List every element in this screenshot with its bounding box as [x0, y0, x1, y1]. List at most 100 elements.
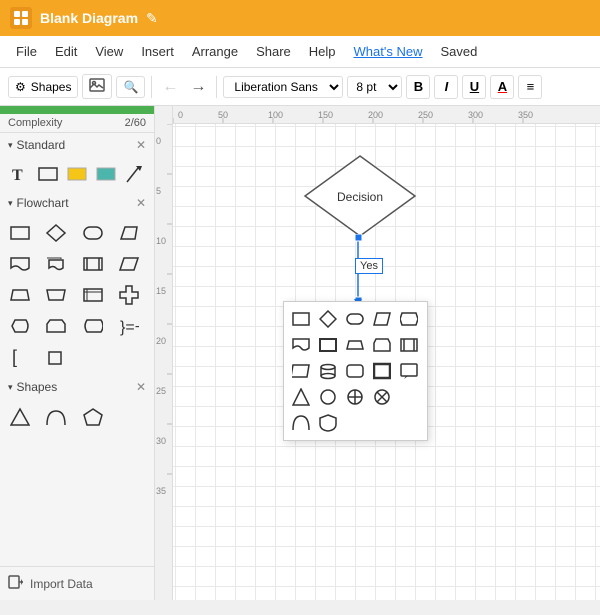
fc-multidoc[interactable]	[42, 250, 70, 278]
fc-bracket[interactable]: [	[6, 343, 34, 371]
pp-circle[interactable]	[316, 385, 340, 409]
flowchart-section-header[interactable]: ▾ Flowchart ✕	[0, 191, 154, 215]
fc-blank[interactable]	[42, 343, 70, 371]
pp-circle-x[interactable]	[370, 385, 394, 409]
shapes-section-header[interactable]: ▾ Shapes ✕	[0, 375, 154, 399]
fc-io[interactable]	[115, 219, 143, 247]
pp-arch2[interactable]	[289, 411, 313, 435]
edit-title-icon[interactable]: ✎	[146, 10, 158, 27]
fc-data[interactable]	[115, 250, 143, 278]
bold-button[interactable]: B	[406, 75, 430, 99]
menu-share[interactable]: Share	[248, 40, 299, 63]
ruler-horizontal: 0 50 100 150 200 250 300 350	[155, 106, 600, 124]
import-data-button[interactable]: Import Data	[0, 566, 154, 600]
arrow-shape[interactable]	[122, 161, 148, 187]
pp-rectangle[interactable]	[289, 307, 313, 331]
fc-trapezoid[interactable]	[6, 281, 34, 309]
pp-parallelogram-r[interactable]	[370, 307, 394, 331]
italic-button[interactable]: I	[434, 75, 458, 99]
fc-process[interactable]	[6, 219, 34, 247]
filled-rectangle-shape[interactable]	[64, 161, 90, 187]
menu-insert[interactable]: Insert	[133, 40, 182, 63]
pp-triangle[interactable]	[289, 385, 313, 409]
flowchart-shape-picker	[283, 301, 428, 441]
s-triangle[interactable]	[6, 403, 34, 431]
pp-diamond[interactable]	[316, 307, 340, 331]
svg-text:25: 25	[156, 386, 166, 396]
pp-cylinder[interactable]	[316, 359, 340, 383]
shapes-panel-button[interactable]: ⚙ Shapes	[8, 76, 78, 98]
underline-label: U	[470, 79, 479, 94]
fc-display[interactable]	[6, 312, 34, 340]
chevron-down-icon: ▾	[8, 140, 13, 151]
fc-doc[interactable]	[6, 250, 34, 278]
font-color-button[interactable]: A	[490, 75, 514, 99]
canvas[interactable]: 0 50 100 150 200 250 300 350	[155, 106, 600, 600]
standard-section-header[interactable]: ▾ Standard ✕	[0, 133, 154, 157]
fc-cross[interactable]	[115, 281, 143, 309]
menu-saved[interactable]: Saved	[432, 40, 485, 63]
s-pentagon[interactable]	[79, 403, 107, 431]
teal-rectangle-shape[interactable]	[93, 161, 119, 187]
app-icon	[10, 7, 32, 29]
pp-process2[interactable]	[316, 333, 340, 357]
fc-rounded[interactable]	[79, 219, 107, 247]
menu-whatsnew[interactable]: What's New	[346, 40, 431, 63]
menu-edit[interactable]: Edit	[47, 40, 85, 63]
flowchart-close-button[interactable]: ✕	[136, 196, 146, 210]
menu-arrange[interactable]: Arrange	[184, 40, 246, 63]
decision-shape[interactable]: Decision	[300, 151, 420, 241]
pp-doc2[interactable]	[289, 333, 313, 357]
pp-data[interactable]	[397, 307, 421, 331]
shapes-close-button[interactable]: ✕	[136, 380, 146, 394]
fc-brace[interactable]: }=−{	[115, 312, 143, 340]
svg-text:0: 0	[156, 136, 161, 146]
underline-button[interactable]: U	[462, 75, 486, 99]
undo-button[interactable]: ←	[158, 75, 182, 99]
text-shape[interactable]: T	[6, 161, 32, 187]
import-data-label: Import Data	[30, 577, 93, 591]
s-arch[interactable]	[42, 403, 70, 431]
pp-para-left[interactable]	[289, 359, 313, 383]
svg-text:200: 200	[368, 110, 383, 120]
standard-close-button[interactable]: ✕	[136, 138, 146, 152]
complexity-row: Complexity 2/60	[0, 114, 154, 133]
main-area: Complexity 2/60 ▾ Standard ✕ T	[0, 106, 600, 600]
shapes-chevron-icon: ▾	[8, 382, 13, 393]
search-icon: 🔍	[123, 80, 138, 94]
fc-internal-storage[interactable]	[79, 281, 107, 309]
fc-decision[interactable]	[42, 219, 70, 247]
align-button[interactable]: ≡	[518, 75, 542, 99]
menu-file[interactable]: File	[8, 40, 45, 63]
pp-trapeziod2[interactable]	[343, 333, 367, 357]
pp-film[interactable]	[397, 333, 421, 357]
align-icon: ≡	[527, 79, 535, 94]
pp-stadium[interactable]	[343, 307, 367, 331]
svg-text:0: 0	[178, 110, 183, 120]
pp-circle-cross[interactable]	[343, 385, 367, 409]
pp-callout[interactable]	[397, 359, 421, 383]
redo-button[interactable]: →	[186, 75, 210, 99]
gear-icon: ⚙	[15, 80, 26, 94]
search-button[interactable]: 🔍	[116, 76, 145, 98]
svg-text:30: 30	[156, 436, 166, 446]
fc-stored-data[interactable]	[79, 312, 107, 340]
pp-thick-rect[interactable]	[370, 359, 394, 383]
menu-view[interactable]: View	[87, 40, 131, 63]
pp-shield[interactable]	[316, 411, 340, 435]
toolbar: ⚙ Shapes 🔍 ← → Liberation Sans 8 pt 10 p…	[0, 68, 600, 106]
pp-loop2[interactable]	[370, 333, 394, 357]
rectangle-shape[interactable]	[35, 161, 61, 187]
svg-text:300: 300	[468, 110, 483, 120]
font-size-select[interactable]: 8 pt 10 pt 12 pt	[347, 76, 402, 98]
undo-icon: ←	[162, 78, 178, 96]
pp-rounded-rect[interactable]	[343, 359, 367, 383]
fc-loop-limit[interactable]	[42, 312, 70, 340]
fc-predefined[interactable]	[79, 250, 107, 278]
fc-trapezoid-inv[interactable]	[42, 281, 70, 309]
complexity-label: Complexity	[8, 117, 62, 129]
svg-text:[: [	[12, 347, 17, 367]
image-insert-button[interactable]	[82, 74, 112, 99]
menu-help[interactable]: Help	[301, 40, 344, 63]
font-family-select[interactable]: Liberation Sans	[223, 76, 343, 98]
